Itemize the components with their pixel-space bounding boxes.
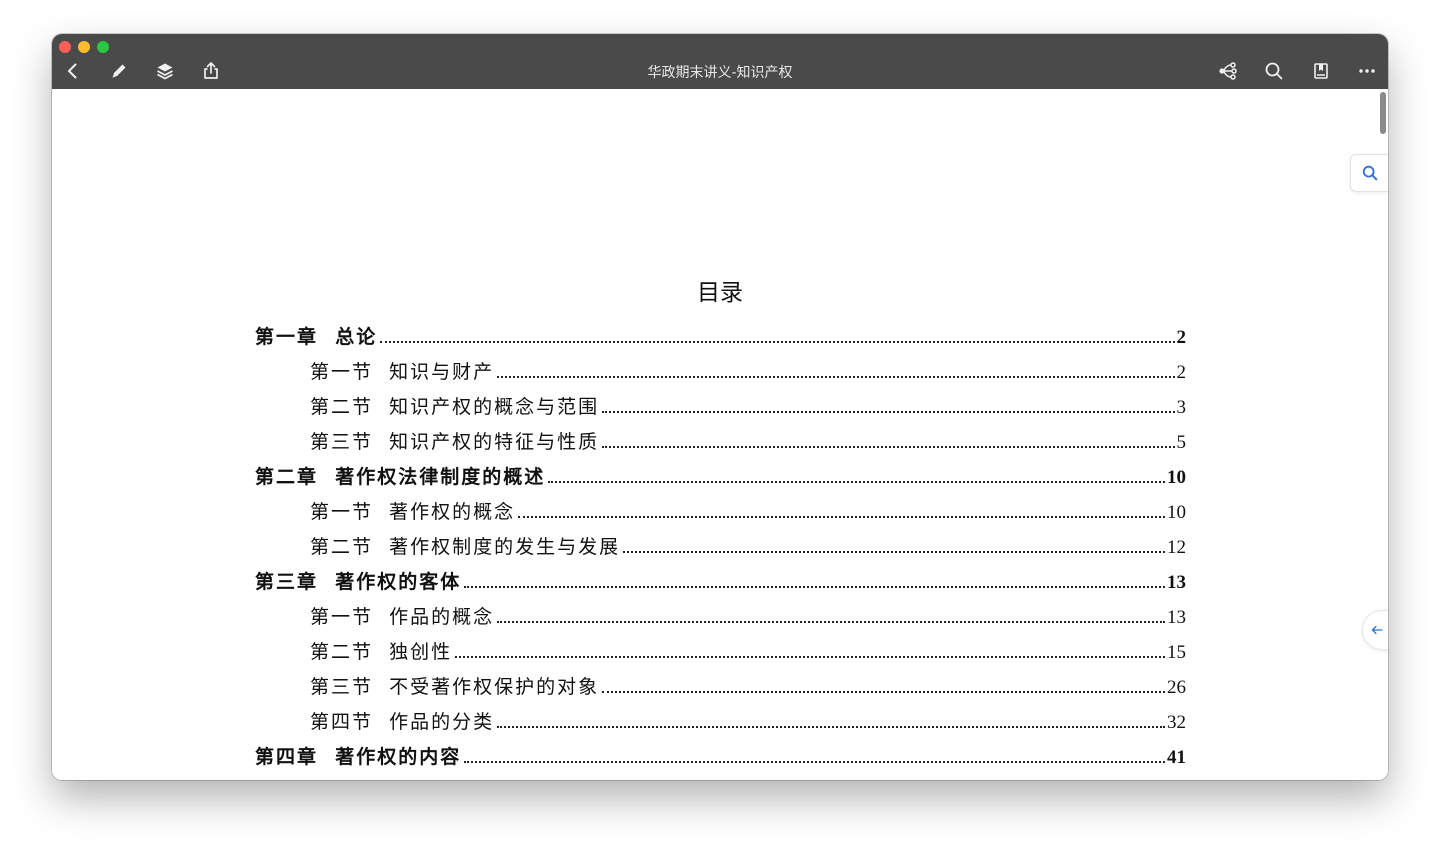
toc-page-number: 10 xyxy=(1167,502,1186,523)
toc-section-row[interactable]: 第一节 作品的概念 13 xyxy=(255,602,1186,637)
toc-page-number: 2 xyxy=(1176,327,1187,348)
search-icon xyxy=(1265,62,1283,80)
toc-section-row[interactable]: 第四节 作品的分类 32 xyxy=(255,707,1186,742)
scrollbar-thumb[interactable] xyxy=(1380,92,1386,134)
toc-dot-leader xyxy=(497,726,1165,728)
toc-section-row[interactable]: 第二节 独创性 15 xyxy=(255,637,1186,672)
title-bar: 华政期末讲义-知识产权 xyxy=(52,34,1388,89)
toc-dot-leader xyxy=(548,481,1165,483)
toc-page-number: 41 xyxy=(1167,747,1186,768)
toc-section-row[interactable]: 第三节 知识产权的特征与性质 5 xyxy=(255,427,1186,462)
toc-entry-label: 第三节 知识产权的特征与性质 xyxy=(310,431,600,453)
page-heading: 目录 xyxy=(697,280,743,306)
toc-page-number: 3 xyxy=(1176,397,1187,418)
return-button[interactable] xyxy=(1362,610,1388,650)
toc-dot-leader xyxy=(602,691,1165,693)
toc-dot-leader xyxy=(455,656,1165,658)
toc-page-number: 2 xyxy=(1176,362,1187,383)
toc-entry-label: 第一节 著作权的概念 xyxy=(310,501,516,523)
app-window: 华政期末讲义-知识产权 目录 第一章 总论 2 第一节 知识与财产 2 第二节 … xyxy=(52,34,1388,780)
toc-dot-leader xyxy=(497,376,1175,378)
toc-page-number: 12 xyxy=(1167,537,1186,558)
search-icon xyxy=(1362,165,1377,181)
document-view[interactable]: 目录 第一章 总论 2 第一节 知识与财产 2 第二节 知识产权的概念与范围 3 第三节 知… xyxy=(52,89,1388,780)
toc-entry-label: 第二章 著作权法律制度的概述 xyxy=(255,466,546,488)
more-button[interactable] xyxy=(1352,58,1382,84)
side-search-button[interactable] xyxy=(1350,154,1388,192)
toc-entry-label: 第一节 作品的概念 xyxy=(310,606,495,628)
more-icon xyxy=(1359,69,1375,73)
toc-dot-leader xyxy=(518,516,1165,518)
toc-section-row[interactable]: 第二节 著作权制度的发生与发展 12 xyxy=(255,532,1186,567)
toc-entry-label: 第一章 总论 xyxy=(255,326,378,348)
toc-chapter-row[interactable]: 第三章 著作权的客体 13 xyxy=(255,567,1186,602)
toc-entry-label: 第二节 知识产权的概念与范围 xyxy=(310,396,600,418)
toc-page-number: 13 xyxy=(1167,607,1186,628)
toc-entry-label: 第三章 著作权的客体 xyxy=(255,571,462,593)
toc-section-row[interactable]: 第一节 知识与财产 2 xyxy=(255,357,1186,392)
toc-page-number: 5 xyxy=(1176,432,1187,453)
toc-entry-label: 第三节 不受著作权保护的对象 xyxy=(310,676,600,698)
toc-dot-leader xyxy=(602,446,1175,448)
toc-dot-leader xyxy=(464,586,1165,588)
toc-section-row[interactable]: 第三节 不受著作权保护的对象 26 xyxy=(255,672,1186,707)
toc-page-number: 13 xyxy=(1167,572,1186,593)
toc-section-row[interactable]: 第二节 知识产权的概念与范围 3 xyxy=(255,392,1186,427)
toc-entry-label: 第二节 著作权制度的发生与发展 xyxy=(310,536,621,558)
toc-chapter-row[interactable]: 第二章 著作权法律制度的概述 10 xyxy=(255,462,1186,497)
toc-dot-leader xyxy=(380,341,1175,343)
arrow-left-icon xyxy=(1371,625,1383,635)
search-button[interactable] xyxy=(1259,58,1289,84)
toc-page-number: 15 xyxy=(1167,642,1186,663)
toc-entry-label: 第四章 著作权的内容 xyxy=(255,746,462,768)
document-title: 华政期末讲义-知识产权 xyxy=(647,65,793,81)
toc-entry-label: 第二节 独创性 xyxy=(310,641,453,663)
toc-dot-leader xyxy=(464,761,1165,763)
table-of-contents: 第一章 总论 2 第一节 知识与财产 2 第二节 知识产权的概念与范围 3 第三节 知识产权… xyxy=(255,322,1186,777)
toc-section-row[interactable]: 第一节 著作权的概念 10 xyxy=(255,497,1186,532)
toc-entry-label: 第四节 作品的分类 xyxy=(310,711,495,733)
toc-dot-leader xyxy=(602,411,1175,413)
mindmap-button[interactable] xyxy=(1213,58,1243,84)
toc-chapter-row[interactable]: 第一章 总论 2 xyxy=(255,322,1186,357)
toc-page-number: 32 xyxy=(1167,712,1186,733)
toc-entry-label: 第一节 知识与财产 xyxy=(310,361,495,383)
toc-chapter-row[interactable]: 第四章 著作权的内容 41 xyxy=(255,742,1186,777)
bookmark-icon xyxy=(1314,63,1328,79)
minimize-window-button[interactable] xyxy=(78,41,90,53)
close-window-button[interactable] xyxy=(59,41,71,53)
toc-page-number: 26 xyxy=(1167,677,1186,698)
zoom-window-button[interactable] xyxy=(97,41,109,53)
mindmap-icon xyxy=(1219,62,1237,80)
bookmark-button[interactable] xyxy=(1306,58,1336,84)
toc-page-number: 10 xyxy=(1167,467,1186,488)
toc-dot-leader xyxy=(497,621,1165,623)
toc-dot-leader xyxy=(623,551,1165,553)
